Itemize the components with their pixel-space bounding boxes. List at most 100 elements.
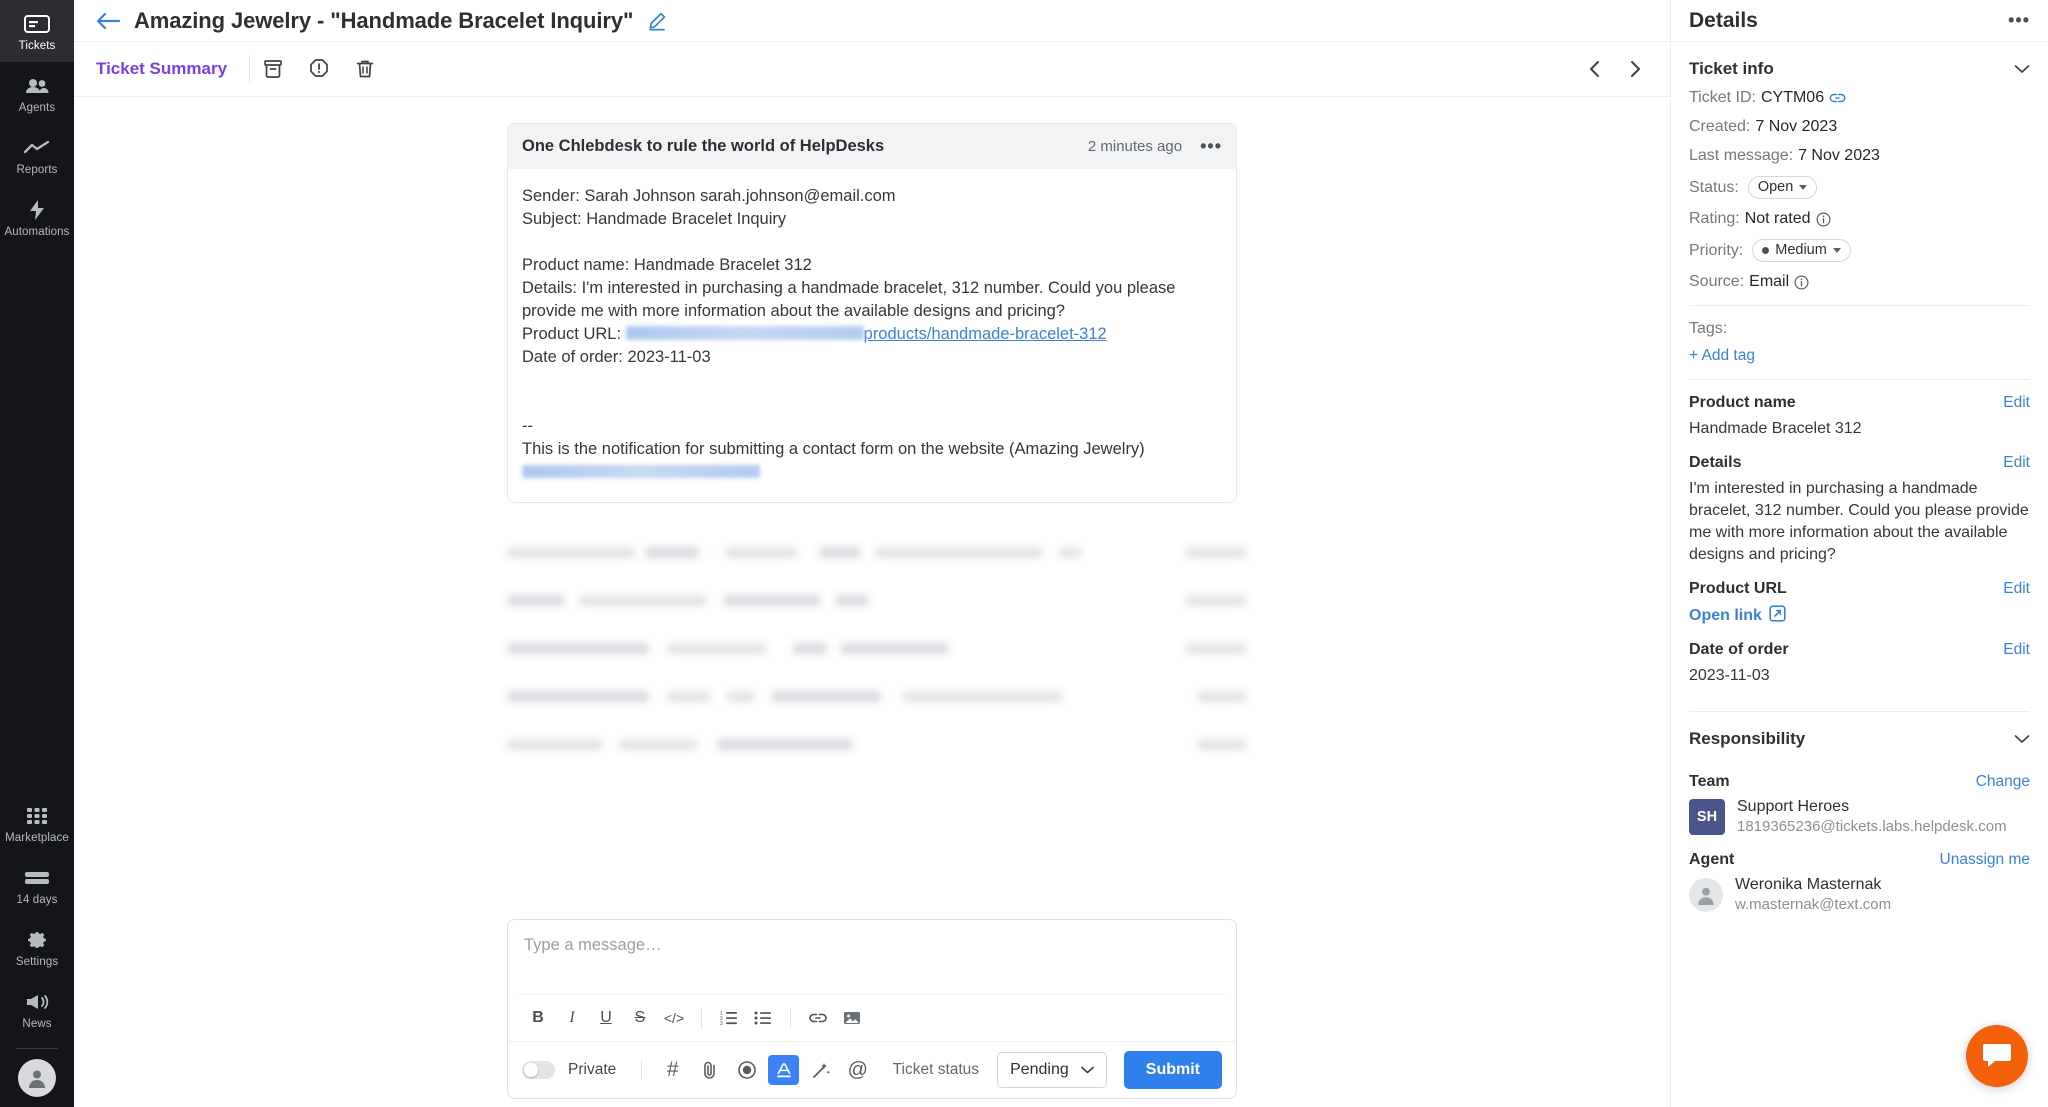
ai-wand-icon[interactable]	[805, 1055, 836, 1085]
product-name-value: Handmade Bracelet 312	[1689, 420, 1862, 437]
sidebar-item-automations[interactable]: Automations	[0, 186, 74, 248]
message-input[interactable]: Type a message…	[508, 920, 1236, 972]
sidebar-item-trial[interactable]: 14 days	[0, 854, 74, 916]
tags-label: Tags:	[1689, 320, 1728, 337]
tab-ticket-summary[interactable]: Ticket Summary	[96, 59, 249, 79]
message-product-name-line: Product name: Handmade Bracelet 312	[522, 256, 812, 274]
sidebar-item-agents[interactable]: Agents	[0, 62, 74, 124]
private-toggle[interactable]	[522, 1061, 555, 1079]
agents-icon	[0, 73, 74, 99]
info-icon[interactable]	[1794, 274, 1809, 290]
edit-date-of-order-button[interactable]: Edit	[2003, 641, 2030, 659]
ellipsis-icon[interactable]: •••	[2008, 10, 2030, 31]
sidebar-item-reports[interactable]: Reports	[0, 124, 74, 186]
redacted-url-part	[625, 326, 864, 340]
ticket-status-value: Pending	[1010, 1061, 1069, 1078]
ticket-status-select[interactable]: Pending	[997, 1052, 1107, 1088]
team-item[interactable]: SH Support Heroes 1819365236@tickets.lab…	[1689, 797, 2030, 837]
product-url-link[interactable]: products/handmade-bracelet-312	[864, 325, 1107, 343]
last-message-value: 7 Nov 2023	[1798, 147, 1880, 164]
agent-avatar	[1689, 878, 1723, 912]
hash-icon[interactable]: #	[657, 1055, 688, 1085]
chevron-down-icon[interactable]	[2014, 58, 2030, 79]
trash-icon[interactable]	[342, 58, 388, 80]
spam-icon[interactable]	[296, 58, 342, 80]
message-timestamp: 2 minutes ago	[1087, 138, 1183, 155]
change-team-button[interactable]: Change	[1976, 773, 2030, 791]
agent-info: Weronika Masternak w.masternak@text.com	[1735, 875, 1891, 915]
details-title: Details	[1689, 8, 1758, 32]
archive-icon[interactable]	[250, 58, 296, 80]
info-icon[interactable]	[1816, 211, 1831, 227]
message-sender-line: Sender: Sarah Johnson sarah.johnson@emai…	[522, 187, 896, 205]
ellipsis-icon[interactable]: •••	[1200, 136, 1222, 157]
sidebar-label-reports: Reports	[16, 164, 58, 176]
code-button[interactable]: </>	[658, 1003, 690, 1033]
sidebar-item-news[interactable]: News	[0, 978, 74, 1040]
submit-button[interactable]: Submit	[1123, 1051, 1222, 1089]
team-name: Support Heroes	[1737, 798, 1850, 815]
link-icon[interactable]	[1829, 92, 1846, 104]
sidebar-item-marketplace[interactable]: Marketplace	[0, 792, 74, 854]
record-icon[interactable]	[731, 1055, 762, 1085]
pencil-icon[interactable]	[647, 11, 667, 31]
open-link-button[interactable]: Open link	[1689, 605, 1786, 627]
bullet-list-button[interactable]	[747, 1003, 779, 1033]
composer-action-bar: Private # @ Ticket status Pending Submit	[508, 1041, 1236, 1098]
app-root: Tickets Agents Reports Automations Marke…	[0, 0, 2048, 1107]
sidebar-item-tickets[interactable]: Tickets	[0, 0, 74, 62]
strikethrough-button[interactable]: S	[624, 1003, 656, 1033]
bold-button[interactable]: B	[522, 1003, 554, 1033]
agent-item[interactable]: Weronika Masternak w.masternak@text.com	[1689, 875, 2030, 915]
chevron-right-icon[interactable]	[1622, 56, 1648, 82]
underline-button[interactable]: U	[590, 1003, 622, 1033]
chevron-left-icon[interactable]	[1582, 56, 1608, 82]
marketplace-icon	[0, 803, 74, 829]
sidebar-label-news: News	[22, 1018, 52, 1030]
ticket-icon	[0, 11, 74, 37]
reports-icon	[0, 135, 74, 161]
team-row-header: Team Change	[1689, 773, 2030, 791]
ordered-list-button[interactable]: 123	[713, 1003, 745, 1033]
automations-icon	[0, 197, 74, 223]
chevron-down-icon[interactable]	[2014, 728, 2030, 749]
text-format-icon[interactable]	[768, 1055, 800, 1085]
divider	[1689, 305, 2030, 306]
status-badge[interactable]: Open	[1747, 176, 1818, 199]
unassign-me-button[interactable]: Unassign me	[1940, 851, 2030, 869]
mention-icon[interactable]: @	[842, 1055, 873, 1085]
rating-row: Rating: Not rated	[1689, 210, 2030, 228]
edit-details-button[interactable]: Edit	[2003, 454, 2030, 472]
ticket-header: Amazing Jewelry - "Handmade Bracelet Inq…	[74, 0, 1670, 42]
add-tag-button[interactable]: + Add tag	[1689, 347, 2030, 365]
italic-button[interactable]: I	[556, 1003, 588, 1033]
image-button[interactable]	[836, 1003, 868, 1033]
rating-value: Not rated	[1744, 210, 1811, 227]
edit-product-name-button[interactable]: Edit	[2003, 394, 2030, 412]
status-label: Status:	[1689, 178, 1739, 196]
redacted-signature-url	[522, 465, 760, 478]
paperclip-icon[interactable]	[694, 1055, 725, 1085]
left-sidebar: Tickets Agents Reports Automations Marke…	[0, 0, 74, 1107]
link-button[interactable]	[802, 1003, 834, 1033]
priority-badge[interactable]: Medium	[1752, 239, 1851, 262]
details-field-value: I'm interested in purchasing a handmade …	[1689, 480, 2029, 563]
chat-bubble-icon[interactable]	[1966, 1025, 2028, 1087]
responsibility-section-header[interactable]: Responsibility	[1689, 712, 2030, 759]
product-url-field-header: Product URL Edit	[1689, 580, 2030, 598]
created-value: 7 Nov 2023	[1755, 118, 1838, 135]
message-signature-line: This is the notification for submitting …	[522, 440, 1145, 458]
details-panel: Details ••• Ticket info Ticket ID: CYTM0…	[1670, 0, 2048, 1107]
message-subject-line: Subject: Handmade Bracelet Inquiry	[522, 210, 787, 228]
arrow-left-icon[interactable]	[96, 12, 120, 30]
edit-product-url-button[interactable]: Edit	[2003, 580, 2030, 598]
created-row: Created: 7 Nov 2023	[1689, 118, 2030, 136]
trial-icon	[0, 865, 74, 891]
source-label: Source:	[1689, 273, 1745, 290]
sidebar-divider	[16, 1048, 58, 1049]
sidebar-item-settings[interactable]: Settings	[0, 916, 74, 978]
user-avatar[interactable]	[18, 1059, 56, 1097]
team-label: Team	[1689, 773, 1730, 790]
ticket-info-section-header[interactable]: Ticket info	[1689, 42, 2030, 89]
